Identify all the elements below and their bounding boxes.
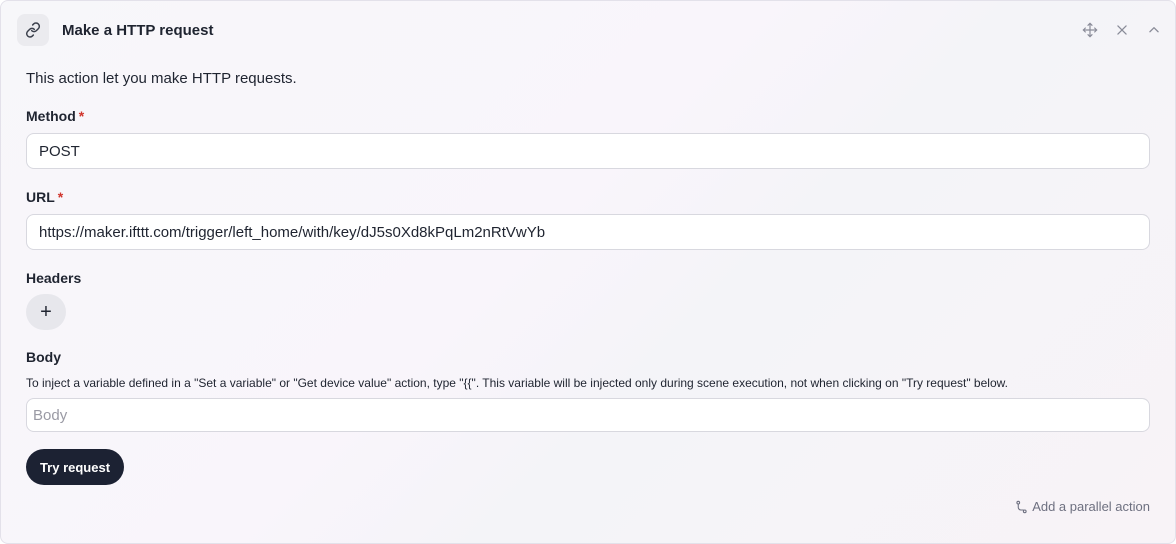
method-label: Method * bbox=[26, 108, 84, 124]
plus-icon: + bbox=[40, 301, 52, 323]
method-label-text: Method bbox=[26, 108, 76, 124]
header-toolbar bbox=[1081, 21, 1163, 39]
url-label: URL * bbox=[26, 189, 63, 205]
required-mark: * bbox=[78, 108, 85, 124]
add-parallel-action-link[interactable]: Add a parallel action bbox=[1015, 499, 1150, 514]
required-mark: * bbox=[57, 189, 64, 205]
url-label-text: URL bbox=[26, 189, 55, 205]
close-icon[interactable] bbox=[1113, 21, 1131, 39]
action-description: This action let you make HTTP requests. bbox=[26, 70, 297, 87]
move-icon[interactable] bbox=[1081, 21, 1099, 39]
method-select[interactable]: POST bbox=[26, 133, 1150, 169]
link-icon bbox=[17, 14, 49, 46]
url-input[interactable]: https://maker.ifttt.com/trigger/left_hom… bbox=[26, 214, 1150, 250]
http-request-action-card: Make a HTTP request This action let you bbox=[0, 0, 1176, 544]
method-value: POST bbox=[39, 142, 80, 160]
card-title: Make a HTTP request bbox=[62, 21, 214, 39]
body-label: Body bbox=[26, 349, 61, 365]
add-parallel-action-label: Add a parallel action bbox=[1032, 499, 1150, 514]
add-header-button[interactable]: + bbox=[26, 294, 66, 330]
body-placeholder: Body bbox=[33, 406, 68, 424]
url-value: https://maker.ifttt.com/trigger/left_hom… bbox=[39, 223, 546, 241]
branch-icon bbox=[1016, 500, 1027, 513]
try-request-button[interactable]: Try request bbox=[26, 449, 124, 485]
body-hint: To inject a variable defined in a "Set a… bbox=[26, 376, 1008, 390]
chevron-up-icon[interactable] bbox=[1145, 21, 1163, 39]
headers-label: Headers bbox=[26, 270, 82, 286]
body-input[interactable]: Body bbox=[26, 398, 1150, 432]
card-header: Make a HTTP request bbox=[17, 13, 1163, 47]
